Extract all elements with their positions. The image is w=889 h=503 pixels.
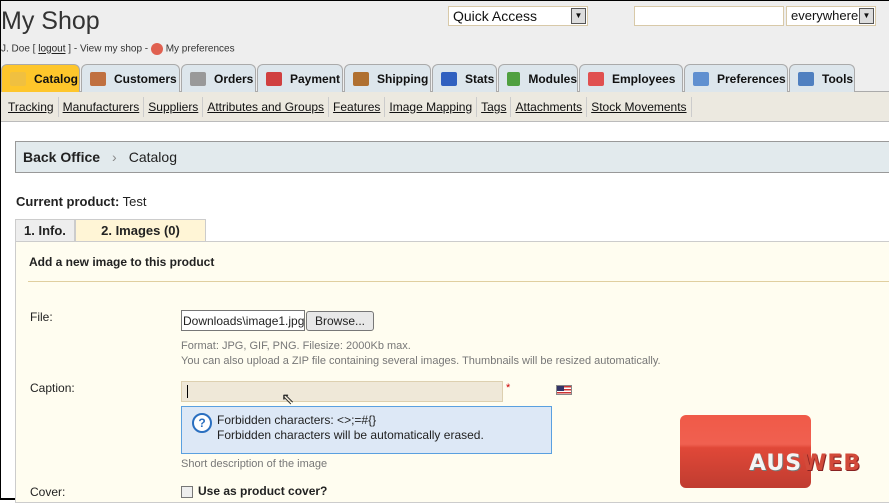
us-flag-icon[interactable] — [556, 385, 572, 395]
tab-label: Employees — [612, 71, 676, 86]
user-line: J. Doe [ logout ] - View my shop - My pr… — [1, 43, 235, 55]
search-scope-value: everywhere — [791, 8, 859, 23]
chevron-down-icon: ▼ — [571, 8, 586, 24]
cover-checkbox-label[interactable]: Use as product cover? — [198, 484, 327, 498]
subnav-image-mapping[interactable]: Image Mapping — [385, 96, 478, 117]
logout-link[interactable]: logout — [38, 44, 65, 55]
quick-access-value: Quick Access — [453, 8, 538, 24]
tab-label: Payment — [290, 71, 341, 86]
user-icon — [90, 71, 106, 86]
tab-label: Catalog — [34, 71, 79, 86]
file-label: File: — [30, 310, 53, 324]
tab-label: Preferences — [717, 71, 786, 86]
tab-label: Shipping — [377, 71, 429, 86]
quick-access-select[interactable]: Quick Access ▼ — [448, 6, 588, 26]
tab-payment[interactable]: Payment — [257, 64, 343, 92]
chevron-down-icon: ▼ — [859, 8, 874, 24]
subnav-stock-movements[interactable]: Stock Movements — [587, 96, 692, 117]
tab-shipping[interactable]: Shipping — [344, 64, 431, 92]
browse-button[interactable]: Browse... — [306, 311, 374, 331]
subnav-tracking[interactable]: Tracking — [4, 96, 59, 117]
cover-checkbox[interactable] — [181, 486, 193, 498]
zip-hint: You can also upload a ZIP file containin… — [181, 355, 661, 367]
shop-title: My Shop — [1, 7, 100, 35]
tab-label: Modules — [528, 71, 577, 86]
employee-icon — [588, 71, 604, 86]
subnav-tags[interactable]: Tags — [477, 96, 512, 117]
subnav-attributes-and-groups[interactable]: Attributes and Groups — [203, 96, 330, 117]
tab-info[interactable]: 1. Info. — [15, 219, 75, 241]
payment-icon — [266, 71, 282, 86]
view-shop-link[interactable]: View my shop — [80, 44, 142, 55]
user-name: J. Doe — [1, 43, 30, 55]
breadcrumb-root[interactable]: Back Office — [23, 149, 100, 165]
search-scope-select[interactable]: everywhere ▼ — [786, 6, 876, 26]
folder-icon — [10, 71, 26, 86]
tab-label: Customers — [114, 71, 177, 86]
divider — [28, 281, 889, 282]
tab-preferences[interactable]: Preferences — [684, 64, 788, 92]
puzzle-icon — [507, 71, 521, 86]
breadcrumb-current: Catalog — [128, 149, 177, 165]
tab-label: Stats — [465, 71, 495, 86]
search-input[interactable] — [634, 6, 784, 26]
subnav-features[interactable]: Features — [329, 96, 386, 117]
tab-label: Orders — [214, 71, 254, 86]
preferences-link[interactable]: My preferences — [166, 44, 235, 55]
file-input[interactable]: Downloads\image1.jpg — [181, 310, 305, 331]
caption-input[interactable] — [181, 381, 503, 402]
caption-label: Caption: — [30, 381, 75, 395]
subnav-manufacturers[interactable]: Manufacturers — [59, 96, 145, 117]
pencil-icon — [693, 71, 709, 86]
tab-tools[interactable]: Tools — [789, 64, 855, 92]
user-icon — [150, 43, 163, 55]
caption-hint: Short description of the image — [181, 458, 328, 470]
subnav-attachments[interactable]: Attachments — [511, 96, 588, 117]
format-hint: Format: JPG, GIF, PNG. Filesize: 2000Kb … — [181, 340, 411, 352]
chart-icon — [441, 71, 457, 86]
text-cursor — [187, 385, 188, 398]
form-title: Add a new image to this product — [29, 255, 215, 269]
required-marker: * — [506, 382, 511, 394]
tab-catalog[interactable]: Catalog — [1, 64, 80, 92]
subnav-suppliers[interactable]: Suppliers — [144, 96, 204, 117]
cover-label: Cover: — [30, 485, 66, 499]
current-product-name: Test — [122, 194, 147, 209]
current-product-label: Current product: — [16, 194, 120, 209]
tab-label: Tools — [822, 71, 854, 86]
truck-icon — [353, 71, 369, 86]
watermark-text: AUSWEB — [749, 451, 862, 476]
current-product: Current product: Test — [16, 194, 147, 209]
breadcrumb: Back Office › Catalog — [15, 141, 889, 173]
tab-modules[interactable]: Modules — [498, 64, 578, 92]
forbidden-line-2: Forbidden characters will be automatical… — [217, 428, 484, 442]
tab-employees[interactable]: Employees — [579, 64, 683, 92]
tab-customers[interactable]: Customers — [81, 64, 180, 92]
sub-navigation: Tracking Manufacturers Suppliers Attributes… — [1, 92, 889, 122]
cart-icon — [190, 71, 206, 86]
tab-stats[interactable]: Stats — [432, 64, 497, 92]
tab-images[interactable]: 2. Images (0) — [75, 219, 206, 241]
forbidden-characters-info: ? Forbidden characters: <>;=#{} Forbidde… — [181, 406, 552, 454]
chevron-right-icon: › — [112, 149, 117, 165]
tab-orders[interactable]: Orders — [181, 64, 256, 92]
forbidden-line-1: Forbidden characters: <>;=#{} — [217, 413, 377, 427]
help-icon: ? — [192, 413, 212, 433]
wrench-icon — [798, 71, 814, 86]
